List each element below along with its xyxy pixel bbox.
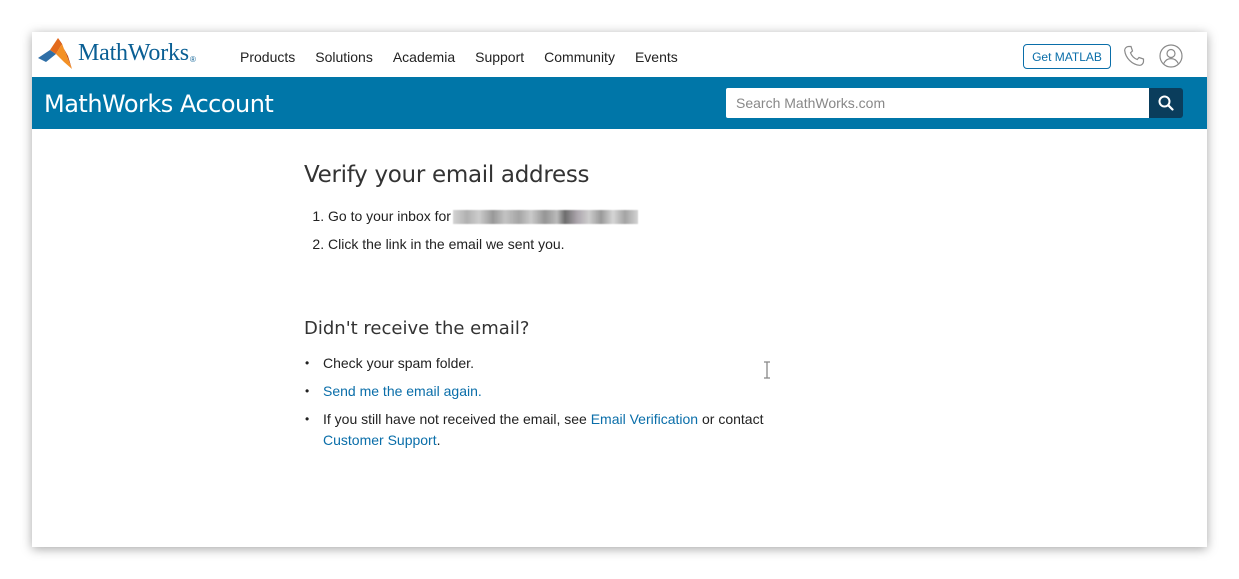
help-title: Didn't receive the email? bbox=[304, 318, 530, 339]
tip-support-middle: or contact bbox=[698, 411, 764, 427]
main-nav: Products Solutions Academia Support Comm… bbox=[240, 49, 678, 65]
verify-step-1-text: Go to your inbox for bbox=[328, 208, 451, 224]
text-cursor-icon bbox=[764, 361, 770, 379]
nav-item-support[interactable]: Support bbox=[475, 49, 524, 65]
get-matlab-button[interactable]: Get MATLAB bbox=[1023, 44, 1111, 69]
nav-item-solutions[interactable]: Solutions bbox=[315, 49, 373, 65]
membrane-logo-icon bbox=[38, 38, 72, 69]
resend-email-link[interactable]: Send me the email again. bbox=[323, 383, 482, 399]
logo-wordmark: MathWorks bbox=[78, 39, 189, 66]
verification-content: Verify your email address Go to your inb… bbox=[304, 162, 864, 458]
search-icon bbox=[1158, 95, 1174, 111]
nav-item-academia[interactable]: Academia bbox=[393, 49, 455, 65]
page-section-title: MathWorks Account bbox=[44, 90, 274, 118]
top-navigation-bar: MathWorks ® Products Solutions Academia S… bbox=[32, 32, 1207, 77]
tip-resend: Send me the email again. bbox=[304, 381, 864, 402]
registered-mark: ® bbox=[189, 54, 196, 64]
phone-icon[interactable] bbox=[1122, 44, 1146, 68]
nav-item-products[interactable]: Products bbox=[240, 49, 295, 65]
tip-spam: Check your spam folder. bbox=[304, 353, 864, 374]
redacted-email bbox=[452, 210, 638, 225]
search-button[interactable] bbox=[1149, 88, 1183, 118]
verify-step-2: Click the link in the email we sent you. bbox=[328, 230, 864, 258]
account-header-bar: MathWorks Account bbox=[32, 77, 1207, 129]
verify-title: Verify your email address bbox=[304, 162, 590, 188]
tip-support-suffix: . bbox=[436, 432, 441, 448]
customer-support-link[interactable]: Customer Support bbox=[323, 432, 437, 448]
tip-support: If you still have not received the email… bbox=[304, 409, 864, 451]
nav-item-community[interactable]: Community bbox=[544, 49, 615, 65]
mathworks-logo[interactable]: MathWorks ® bbox=[38, 36, 196, 70]
search-input[interactable] bbox=[726, 88, 1149, 118]
email-verification-link[interactable]: Email Verification bbox=[591, 411, 698, 427]
verify-step-1: Go to your inbox for bbox=[328, 202, 864, 230]
help-tips-list: Check your spam folder. Send me the emai… bbox=[304, 353, 864, 451]
tip-support-prefix: If you still have not received the email… bbox=[323, 411, 591, 427]
user-icon[interactable] bbox=[1159, 44, 1183, 68]
verify-steps-list: Go to your inbox for Click the link in t… bbox=[304, 202, 864, 258]
nav-item-events[interactable]: Events bbox=[635, 49, 678, 65]
